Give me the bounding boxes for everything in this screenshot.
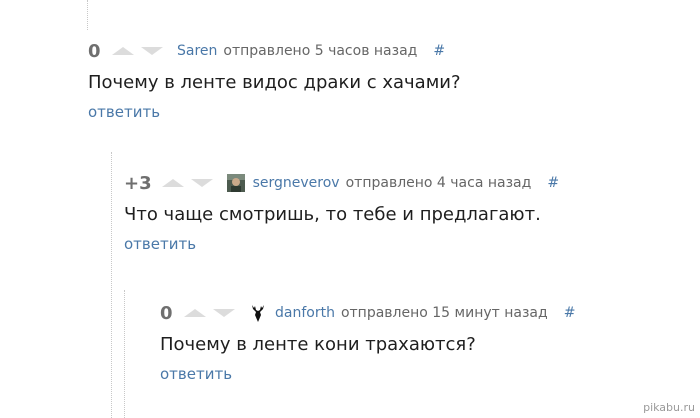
author-link[interactable]: danforth (275, 305, 335, 321)
score: 0 (160, 302, 173, 324)
comment-saren: 0 Saren отправлено 5 часов назад # Почем… (88, 40, 461, 122)
comment-meta: 0 danforth отправлено 15 минут назад # (160, 302, 575, 324)
score: +3 (124, 172, 152, 194)
thread-line-level2 (111, 152, 112, 418)
sent-time: отправлено 4 часа назад (345, 175, 532, 191)
upvote-arrow-icon[interactable] (184, 309, 206, 317)
author-link[interactable]: Saren (177, 43, 217, 59)
downvote-arrow-icon[interactable] (213, 309, 235, 317)
comment-meta: +3 sergneverov отправлено 4 часа назад # (124, 172, 559, 194)
deer-head-avatar-icon[interactable] (249, 304, 267, 322)
permalink-hash[interactable]: # (547, 175, 559, 191)
thread-line-level3 (124, 290, 125, 418)
comment-text: Что чаще смотришь, то тебе и предлагают. (124, 204, 541, 225)
author-link[interactable]: sergneverov (253, 175, 340, 191)
score: 0 (88, 40, 101, 62)
watermark: pikabu.ru (643, 401, 695, 414)
comment-sergneverov: +3 sergneverov отправлено 4 часа назад #… (124, 172, 559, 254)
sent-time: отправлено 15 минут назад (340, 305, 548, 321)
comment-danforth: 0 danforth отправлено 15 минут назад # П… (160, 302, 575, 384)
thread-line-root (87, 0, 88, 30)
comment-meta: 0 Saren отправлено 5 часов назад # (88, 40, 461, 62)
comment-text: Почему в ленте кони трахаются? (160, 334, 476, 355)
reply-link[interactable]: ответить (160, 365, 232, 383)
user-photo-avatar-icon[interactable] (226, 174, 245, 192)
upvote-arrow-icon[interactable] (112, 47, 134, 55)
permalink-hash[interactable]: # (433, 43, 445, 59)
upvote-arrow-icon[interactable] (161, 179, 184, 187)
downvote-arrow-icon[interactable] (141, 47, 163, 55)
downvote-arrow-icon[interactable] (190, 179, 213, 187)
comment-text: Почему в ленте видос драки с хачами? (88, 72, 461, 93)
reply-link[interactable]: ответить (88, 103, 160, 121)
permalink-hash[interactable]: # (564, 305, 576, 321)
reply-link[interactable]: ответить (124, 235, 196, 253)
sent-time: отправлено 5 часов назад (223, 43, 418, 59)
